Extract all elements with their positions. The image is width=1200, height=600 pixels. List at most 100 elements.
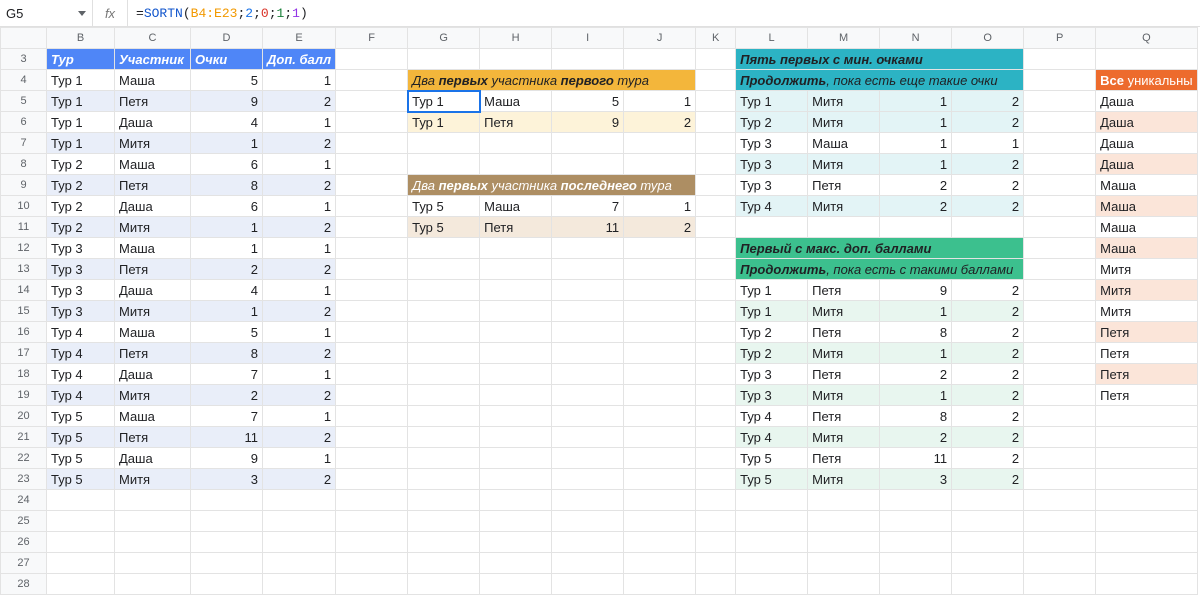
cell[interactable]: Тур 3 <box>736 364 808 385</box>
cell[interactable] <box>552 364 624 385</box>
cell[interactable] <box>808 217 880 238</box>
cell[interactable]: Петя <box>480 112 552 133</box>
cell[interactable] <box>408 469 480 490</box>
cell[interactable] <box>624 385 696 406</box>
cell[interactable]: 2 <box>263 343 336 364</box>
row-header-7[interactable]: 7 <box>1 133 47 154</box>
cell[interactable]: Митя <box>808 343 880 364</box>
cell[interactable] <box>624 469 696 490</box>
cell[interactable]: 1 <box>263 112 336 133</box>
cell[interactable]: Тур 2 <box>736 112 808 133</box>
cell[interactable]: 1 <box>263 70 336 91</box>
cell[interactable] <box>480 238 552 259</box>
cell[interactable] <box>336 259 408 280</box>
cell[interactable]: Петя <box>808 406 880 427</box>
cell[interactable] <box>480 343 552 364</box>
cell[interactable]: 1 <box>191 133 263 154</box>
cell[interactable] <box>696 154 736 175</box>
cell[interactable] <box>480 427 552 448</box>
cell[interactable]: 2 <box>880 364 952 385</box>
cell[interactable]: 1 <box>191 217 263 238</box>
cell[interactable]: 8 <box>880 322 952 343</box>
cell[interactable] <box>1024 175 1096 196</box>
row-header-12[interactable]: 12 <box>1 238 47 259</box>
col-header-Q[interactable]: Q <box>1096 28 1198 49</box>
cell[interactable]: 7 <box>191 406 263 427</box>
cell[interactable] <box>1024 91 1096 112</box>
cell[interactable] <box>552 133 624 154</box>
cell[interactable] <box>624 133 696 154</box>
cell[interactable] <box>880 532 952 553</box>
cell[interactable]: 2 <box>952 301 1024 322</box>
cell[interactable]: Петя <box>1096 364 1198 385</box>
cell[interactable] <box>552 385 624 406</box>
row-header-23[interactable]: 23 <box>1 469 47 490</box>
cell[interactable] <box>696 175 736 196</box>
cell[interactable]: 1 <box>263 322 336 343</box>
cell[interactable] <box>736 553 808 574</box>
cell[interactable]: Тур 4 <box>736 427 808 448</box>
cell[interactable] <box>1096 490 1198 511</box>
cell[interactable]: Тур 5 <box>736 448 808 469</box>
cell[interactable]: 2 <box>263 217 336 238</box>
cell[interactable] <box>336 469 408 490</box>
cell[interactable] <box>808 553 880 574</box>
cell[interactable] <box>191 490 263 511</box>
row-header-27[interactable]: 27 <box>1 553 47 574</box>
cell[interactable]: 2 <box>952 280 1024 301</box>
cell[interactable]: 3 <box>880 469 952 490</box>
cell[interactable]: 2 <box>952 154 1024 175</box>
cell[interactable] <box>408 154 480 175</box>
cell[interactable]: Маша <box>115 406 191 427</box>
cell[interactable] <box>1024 280 1096 301</box>
cell[interactable]: 1 <box>263 280 336 301</box>
cell[interactable] <box>336 427 408 448</box>
cell[interactable]: Петя <box>1096 343 1198 364</box>
cell[interactable] <box>624 343 696 364</box>
cell[interactable] <box>552 469 624 490</box>
cell[interactable]: 2 <box>952 196 1024 217</box>
cell[interactable] <box>696 364 736 385</box>
cell[interactable] <box>408 448 480 469</box>
cell[interactable] <box>696 532 736 553</box>
row-header-17[interactable]: 17 <box>1 343 47 364</box>
cell[interactable]: Все уникальны <box>1096 70 1198 91</box>
cell[interactable] <box>1024 301 1096 322</box>
cell[interactable] <box>808 490 880 511</box>
cell[interactable] <box>696 70 736 91</box>
cell[interactable] <box>480 406 552 427</box>
cell[interactable]: 1 <box>952 133 1024 154</box>
col-header-K[interactable]: K <box>696 28 736 49</box>
cell[interactable]: 4 <box>191 112 263 133</box>
cell[interactable] <box>336 238 408 259</box>
cell[interactable]: 2 <box>191 385 263 406</box>
cell[interactable] <box>952 217 1024 238</box>
cell[interactable]: 2 <box>263 427 336 448</box>
cell[interactable]: 2 <box>952 385 1024 406</box>
row-header-28[interactable]: 28 <box>1 574 47 595</box>
cell[interactable] <box>336 574 408 595</box>
cell[interactable] <box>952 511 1024 532</box>
cell[interactable]: Маша <box>1096 217 1198 238</box>
cell[interactable]: 2 <box>880 427 952 448</box>
cell[interactable] <box>624 322 696 343</box>
row-header-18[interactable]: 18 <box>1 364 47 385</box>
cell[interactable]: 2 <box>880 175 952 196</box>
cell[interactable] <box>191 532 263 553</box>
cell[interactable] <box>880 217 952 238</box>
cell[interactable] <box>408 406 480 427</box>
cell[interactable]: 2 <box>263 469 336 490</box>
cell[interactable]: Тур 5 <box>408 217 480 238</box>
cell[interactable] <box>263 553 336 574</box>
cell[interactable]: Петя <box>808 175 880 196</box>
cell[interactable] <box>696 553 736 574</box>
cell[interactable] <box>480 259 552 280</box>
cell[interactable]: 4 <box>191 280 263 301</box>
cell[interactable] <box>480 322 552 343</box>
col-header-O[interactable]: O <box>952 28 1024 49</box>
cell[interactable]: 1 <box>880 385 952 406</box>
row-header-13[interactable]: 13 <box>1 259 47 280</box>
cell[interactable]: 6 <box>191 196 263 217</box>
cell[interactable] <box>624 238 696 259</box>
cell[interactable] <box>624 532 696 553</box>
